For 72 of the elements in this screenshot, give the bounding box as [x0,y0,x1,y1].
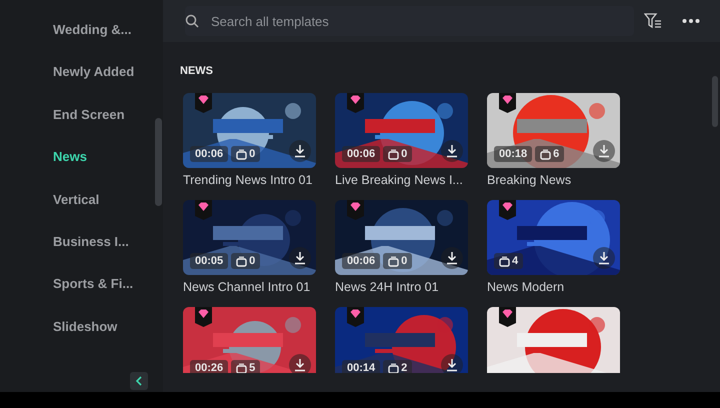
premium-gem-icon [499,200,516,220]
sidebar-item[interactable]: Newly Added [0,64,163,107]
premium-gem-icon [347,307,364,327]
scenes-icon [388,362,400,373]
premium-gem-icon [499,307,516,327]
template-title[interactable]: News Channel Intro 01 [183,280,316,294]
download-button[interactable] [289,354,311,373]
download-icon [445,251,459,265]
sidebar-item[interactable]: Wedding &... [0,22,163,64]
scenes-icon [236,256,248,266]
scenes-icon [540,148,552,160]
download-button[interactable] [441,354,463,373]
scenes-icon [236,362,248,373]
sidebar-item[interactable]: Vertical [0,192,163,234]
chevron-left-icon [135,376,143,386]
sidebar-item[interactable]: Slideshow [0,318,163,362]
scenes-count: 2 [401,362,408,373]
premium-gem-icon [347,93,364,113]
duration-label: 00:26 [190,360,228,373]
duration-label: 00:14 [342,360,380,373]
download-button[interactable] [441,247,463,269]
scenes-count: 6 [553,148,560,160]
duration-label: 00:06 [342,146,380,162]
download-button[interactable] [593,140,615,162]
download-button[interactable] [593,247,615,269]
premium-gem-icon [195,93,212,113]
sidebar-item[interactable]: News [0,149,163,192]
premium-gem-icon [499,93,516,113]
premium-gem-icon [195,200,212,220]
template-title[interactable]: Breaking News [487,173,620,187]
scenes-count: 0 [401,255,408,267]
more-button[interactable] [682,18,700,24]
download-icon [293,144,307,158]
template-title[interactable]: Trending News Intro 01 [183,173,316,187]
section-title: NEWS [180,65,214,77]
duration-label: 00:18 [494,146,532,162]
scenes-icon [388,148,400,160]
duration-label: 00:06 [342,253,380,269]
scenes-count: 4 [512,255,518,267]
download-icon [597,144,611,158]
scenes-icon [236,148,248,160]
download-icon [293,358,307,372]
template-title[interactable]: News Modern [487,280,620,294]
download-button[interactable] [441,140,463,162]
download-icon [445,358,459,372]
premium-gem-icon [347,200,364,220]
filter-button[interactable] [644,13,662,29]
scenes-icon [499,256,510,266]
download-icon [445,144,459,158]
download-icon [597,251,611,265]
scenes-count: 5 [249,362,256,373]
scenes-count: 0 [401,148,408,160]
duration-label: 00:06 [190,146,228,162]
scenes-icon [388,256,400,266]
sidebar-item[interactable]: Sports & Fi... [0,276,163,319]
sidebar-item[interactable]: Business I... [0,234,163,276]
scenes-count: 0 [249,255,256,267]
download-icon [293,251,307,265]
scrollbar[interactable] [155,118,162,206]
sidebar-item[interactable]: End Screen [0,106,163,150]
search-field[interactable]: Search all templates [185,6,634,36]
collapse-button[interactable] [130,372,148,390]
premium-gem-icon [195,307,212,327]
scenes-count: 0 [249,148,256,160]
more-icon [682,18,700,24]
scrollbar[interactable] [712,76,718,127]
filter-icon [644,13,662,29]
template-title[interactable]: Live Breaking News I... [335,173,468,187]
download-button[interactable] [289,140,311,162]
duration-label: 00:05 [190,253,228,269]
download-button[interactable] [289,247,311,269]
template-title[interactable]: News 24H Intro 01 [335,280,468,294]
